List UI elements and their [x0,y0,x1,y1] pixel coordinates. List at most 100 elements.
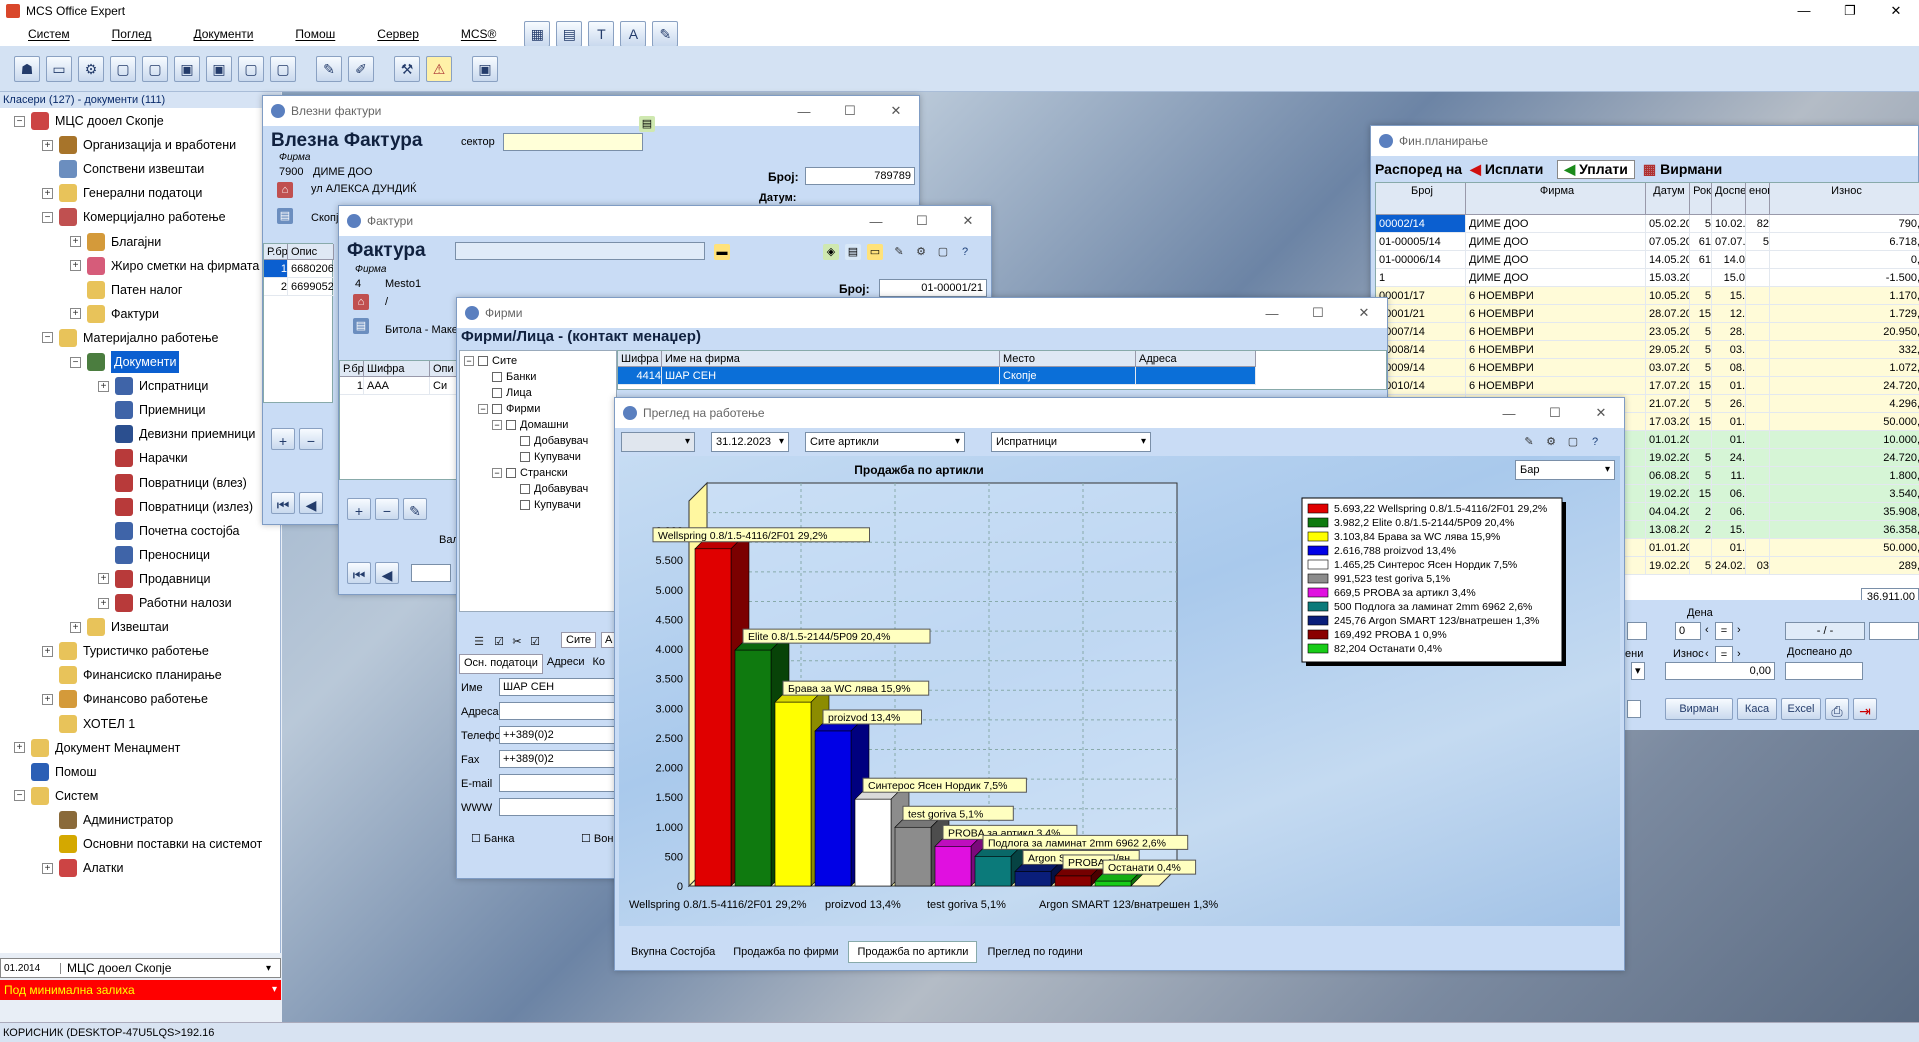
table-cell[interactable]: 5 [1690,557,1712,575]
field-input[interactable] [499,774,615,792]
iznos-field[interactable]: 0,00 [1665,662,1775,680]
gear-icon[interactable]: ⚙ [78,55,104,82]
tree-item[interactable]: − Странски [492,465,568,481]
table-cell[interactable]: 6 НОЕМВРИ [1466,341,1646,359]
filter-tab-all[interactable]: Сите [561,632,597,648]
sector-field[interactable] [455,242,705,260]
expand-toggle[interactable]: − [464,356,474,366]
checkbox[interactable] [520,500,530,510]
warning-icon[interactable]: ⚠ [426,55,452,82]
expand-toggle[interactable]: − [14,790,25,802]
table-cell[interactable]: 13.08.20 [1646,521,1690,539]
table-cell[interactable]: 2 [1690,503,1712,521]
table-cell[interactable]: 15 [1690,377,1712,395]
tree-item[interactable]: Купувачи [506,449,581,465]
table-cell[interactable]: 332, [1770,341,1919,359]
table-cell[interactable]: 01.01.20 [1646,431,1690,449]
tab-sales-by-firms[interactable]: Продажба по фирми [725,942,846,962]
table-cell[interactable]: ШАР СЕН [662,367,1000,385]
expand-toggle[interactable]: − [70,356,81,368]
window-icon[interactable]: ▣ [174,55,200,82]
edit-icon[interactable]: ✎ [316,55,342,82]
tree-item[interactable]: ХОТЕЛ 1 [42,713,135,735]
table-cell[interactable]: ДИМЕ ДОО [1466,233,1646,251]
table-cell[interactable]: 00010/14 [1376,377,1466,395]
table-cell[interactable]: 35.908, [1770,503,1919,521]
tree-item[interactable]: − Домашни [492,417,568,433]
field[interactable] [1627,700,1641,718]
tree-item[interactable]: Основни поставки на системот [42,833,262,855]
window-icon[interactable]: ▢ [142,55,168,82]
table-cell[interactable]: 01.01.20 [1646,539,1690,557]
table-cell[interactable]: 23.05.20 [1646,323,1690,341]
filter-icon[interactable]: ☰ [471,634,487,650]
table-cell[interactable]: 61 [1690,251,1712,269]
tree-item[interactable]: + Организација и вработени [42,134,236,156]
tree-item[interactable]: − Комерцијално работење [42,206,226,228]
table-cell[interactable]: 6 НОЕМВРИ [1466,359,1646,377]
tab-total-state[interactable]: Вкупна Состојба [623,942,723,962]
table-cell[interactable] [1746,395,1770,413]
col-header[interactable]: Датум [1646,183,1690,215]
table-cell[interactable] [1746,323,1770,341]
isplati-button[interactable]: Исплати [1485,161,1543,177]
expand-toggle[interactable]: + [70,308,81,320]
table-cell[interactable]: 24.720, [1770,377,1919,395]
menu-view[interactable]: Поглед [84,27,166,41]
window-icon[interactable]: ▢ [270,55,296,82]
tree-item[interactable]: Повратници (излез) [98,496,253,518]
table-cell[interactable]: 61 [1690,233,1712,251]
table-cell[interactable]: 790, [1770,215,1919,233]
table-cell[interactable]: 15 [1690,305,1712,323]
prev-record-icon[interactable]: ◀ [375,562,399,584]
table-cell[interactable]: 00002/14 [1376,215,1466,233]
tree-item[interactable]: Добавувач [506,433,588,449]
table-cell[interactable] [1746,269,1770,287]
expand-toggle[interactable]: − [492,468,502,478]
tab-sales-by-articles[interactable]: Продажба по артикли [848,941,978,963]
table-cell[interactable]: 4414 [618,367,662,385]
settings-icon[interactable]: ⚙ [1543,434,1559,450]
menu-server[interactable]: Сервер [349,27,433,41]
expand-toggle[interactable]: + [42,187,53,199]
font-icon[interactable]: A [620,21,647,47]
remove-row-icon[interactable]: − [375,498,399,520]
table-cell[interactable]: 10.000, [1770,431,1919,449]
table-cell[interactable]: 6 НОЕМВРИ [1466,287,1646,305]
table-cell[interactable]: 5 [1690,341,1712,359]
window-business-overview[interactable]: Преглед на работење — ☐ ✕ 31.12.2023 Сит… [614,397,1625,971]
window-icon[interactable]: ▢ [238,55,264,82]
date-range[interactable]: - / - [1785,622,1865,640]
tree-item[interactable]: Помош [14,761,97,783]
table-cell[interactable]: 19.02.20 [1646,557,1690,575]
open-folder-icon[interactable]: ▭ [867,244,883,260]
tree-item[interactable]: Сопствени извештаи [42,158,204,180]
tree-item[interactable]: Лица [478,385,532,401]
table-cell[interactable]: 03 [1746,557,1770,575]
table-cell[interactable] [1746,485,1770,503]
tree-item[interactable]: Приемници [98,399,206,421]
arrow-right-icon[interactable]: › [1737,624,1741,636]
table-cell[interactable] [1746,359,1770,377]
tree-item[interactable]: + Алатки [42,857,124,879]
table-cell[interactable]: 11. [1712,467,1746,485]
table-cell[interactable] [1746,341,1770,359]
table-cell[interactable]: 00001/17 [1376,287,1466,305]
new-doc-icon[interactable]: ▤ [639,116,655,132]
tree-item[interactable]: Патен налог [70,279,182,301]
table-cell[interactable]: 01-00005/14 [1376,233,1466,251]
table-cell[interactable]: 1 [264,260,288,278]
open-folder-icon[interactable]: ✎ [652,21,679,47]
table-cell[interactable]: 17.03.20 [1646,413,1690,431]
tree-item[interactable]: Банки [478,369,536,385]
minimize-button[interactable]: — [853,214,899,229]
tree-item[interactable]: Финансиско планирање [42,664,222,686]
table-cell[interactable]: 66802060 [288,260,334,278]
table-cell[interactable]: 29.05.20 [1646,341,1690,359]
tree-item[interactable]: Преносници [98,544,210,566]
exit-icon[interactable]: ⇥ [1853,698,1877,720]
settings-icon[interactable]: ⚙ [913,244,929,260]
field-input[interactable]: ++389(0)2 [499,726,615,744]
table-cell[interactable]: 21.07.20 [1646,395,1690,413]
expand-toggle[interactable]: + [70,260,81,272]
